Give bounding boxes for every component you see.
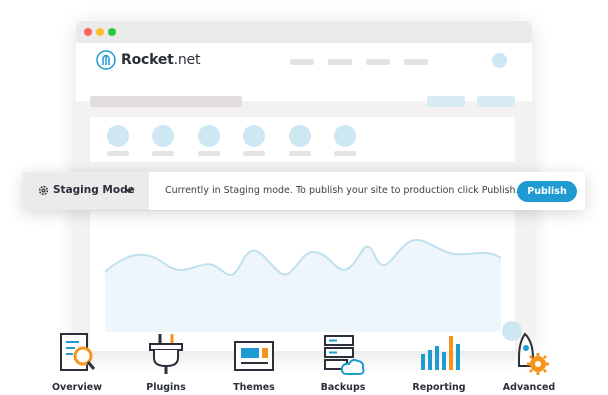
site-avatar[interactable]	[243, 125, 265, 147]
magnifier-report-icon	[60, 333, 96, 371]
chevron-down-icon	[124, 187, 134, 194]
site-label	[152, 151, 174, 156]
feature-reporting[interactable]: Reporting	[402, 328, 476, 395]
feature-label: Overview	[51, 382, 103, 393]
page-title-placeholder	[90, 96, 242, 107]
minimize-window-button[interactable]	[96, 28, 104, 36]
nav-item[interactable]	[366, 59, 390, 65]
layout-window-icon	[234, 341, 274, 371]
feature-label: Advanced	[502, 382, 556, 393]
brand-name-suffix: .net	[173, 52, 201, 68]
site-avatar[interactable]	[334, 125, 356, 147]
site-label	[289, 151, 311, 156]
staging-message: Currently in Staging mode. To publish yo…	[165, 185, 519, 196]
close-window-button[interactable]	[84, 28, 92, 36]
feature-advanced[interactable]: Advanced	[492, 328, 566, 395]
bar-chart-icon	[421, 336, 460, 370]
feature-overview[interactable]: Overview	[40, 328, 114, 395]
feature-label: Plugins	[146, 382, 186, 393]
site-label	[334, 151, 356, 156]
staging-mode-banner: Staging Mode Currently in Staging mode. …	[23, 172, 585, 210]
site-label	[198, 151, 220, 156]
site-avatar[interactable]	[289, 125, 311, 147]
rocket-logo-icon	[96, 50, 116, 70]
nav-item[interactable]	[404, 59, 428, 65]
header-action-button[interactable]	[427, 96, 465, 107]
brand-name-bold: Rocket	[121, 52, 174, 68]
feature-label: Backups	[320, 382, 366, 393]
brand-name[interactable]: Rocket.net	[121, 52, 200, 68]
traffic-area-chart	[105, 239, 501, 332]
rocket-gear-icon	[518, 332, 549, 375]
sites-card	[90, 117, 515, 162]
user-avatar[interactable]	[492, 53, 507, 68]
feature-label: Reporting	[412, 382, 466, 393]
server-cloud-icon	[324, 335, 365, 375]
header-action-button[interactable]	[477, 96, 515, 107]
site-avatar[interactable]	[152, 125, 174, 147]
site-avatar[interactable]	[107, 125, 129, 147]
feature-plugins[interactable]: Plugins	[129, 328, 203, 395]
app-header: Rocket.net	[76, 43, 532, 101]
nav-item[interactable]	[290, 59, 314, 65]
publish-button[interactable]: Publish	[517, 181, 577, 202]
window-titlebar	[76, 21, 532, 43]
maximize-window-button[interactable]	[108, 28, 116, 36]
site-label	[243, 151, 265, 156]
site-label	[107, 151, 129, 156]
feature-backups[interactable]: Backups	[306, 328, 380, 395]
feature-label: Themes	[233, 382, 275, 393]
site-avatar[interactable]	[198, 125, 220, 147]
plug-icon	[149, 334, 183, 374]
staging-mode-label: Staging Mode	[53, 184, 135, 196]
traffic-area-fill	[105, 239, 501, 332]
feature-themes[interactable]: Themes	[217, 328, 291, 395]
nav-item[interactable]	[328, 59, 352, 65]
gear-icon	[38, 185, 49, 196]
staging-mode-dropdown[interactable]: Staging Mode	[23, 172, 149, 210]
